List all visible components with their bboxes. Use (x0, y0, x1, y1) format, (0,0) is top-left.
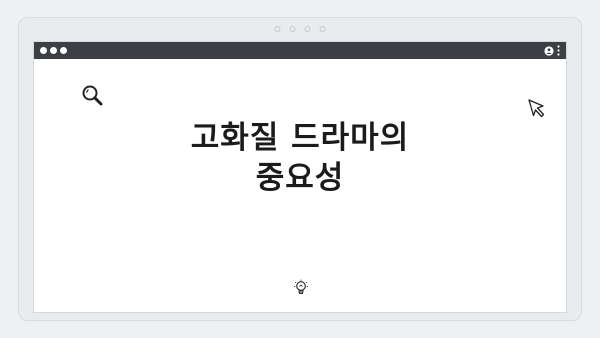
outer-dots (274, 26, 326, 32)
window-controls (40, 47, 67, 54)
outer-dot (304, 26, 311, 32)
close-dot[interactable] (40, 47, 47, 54)
title-bar (34, 42, 566, 59)
lightbulb-icon (293, 279, 309, 297)
headline-line-2: 중요성 (255, 160, 345, 196)
maximize-dot[interactable] (60, 47, 67, 54)
headline-line-1: 고화질 드라마의 (190, 120, 410, 156)
kebab-menu-icon[interactable] (557, 45, 560, 56)
title-icons (544, 45, 560, 56)
user-icon[interactable] (544, 45, 554, 56)
outer-dot (289, 26, 296, 32)
headline: 고화질 드라마의 중요성 (34, 118, 566, 198)
minimize-dot[interactable] (50, 47, 57, 54)
cursor-icon (526, 97, 548, 119)
outer-dot (274, 26, 281, 32)
outer-dot (319, 26, 326, 32)
browser-window: 고화질 드라마의 중요성 (33, 41, 567, 313)
search-icon (80, 83, 106, 109)
